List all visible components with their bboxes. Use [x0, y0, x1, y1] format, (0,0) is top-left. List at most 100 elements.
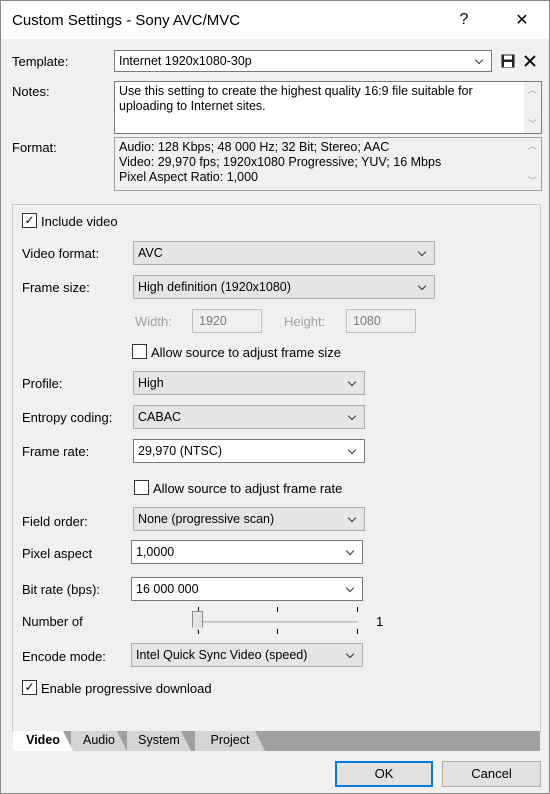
bit-rate-label: Bit rate (bps): [22, 582, 101, 597]
width-value: 1920 [199, 314, 227, 328]
cancel-button[interactable]: Cancel [442, 761, 541, 787]
tab-project[interactable]: Project [195, 731, 265, 751]
profile-label: Profile: [22, 376, 63, 391]
tab-strip: Video Audio System Project [13, 731, 540, 751]
encode-mode-dropdown[interactable]: Intel Quick Sync Video (speed) [131, 643, 363, 667]
include-video-label: Include video [41, 214, 118, 229]
pixel-aspect-value: 1,0000 [136, 545, 175, 559]
chevron-down-icon [342, 644, 358, 666]
field-order-dropdown[interactable]: None (progressive scan) [133, 507, 365, 531]
chevron-down-icon [471, 51, 487, 71]
delete-x-icon [524, 55, 536, 67]
video-format-label: Video format: [22, 246, 100, 261]
tab-system[interactable]: System [127, 731, 191, 751]
frame-size-label: Frame size: [22, 280, 90, 295]
height-input[interactable]: 1080 [346, 309, 416, 333]
title-bar: Custom Settings - Sony AVC/MVC ? ✕ [1, 1, 549, 39]
chevron-down-icon [342, 541, 358, 563]
scroll-down-icon[interactable]: ﹀ [524, 173, 541, 190]
tab-video[interactable]: Video [13, 731, 73, 751]
chevron-down-icon [344, 508, 360, 530]
slider-tick [277, 629, 278, 634]
chevron-down-icon [414, 242, 430, 264]
frame-size-dropdown[interactable]: High definition (1920x1080) [133, 275, 435, 299]
enable-progressive-download-checkbox[interactable]: ✓ [22, 680, 37, 695]
format-scrollbar[interactable]: ︿ ﹀ [524, 138, 541, 190]
format-line-2: Video: 29,970 fps; 1920x1080 Progressive… [119, 155, 442, 169]
tab-label: Audio [83, 733, 115, 747]
notes-textarea[interactable]: Use this setting to create the highest q… [114, 81, 542, 134]
tab-label: Project [210, 733, 250, 747]
height-label: Height: [284, 314, 326, 329]
scroll-up-icon[interactable]: ︿ [524, 82, 541, 99]
format-label: Format: [12, 140, 57, 155]
allow-frame-rate-label: Allow source to adjust frame rate [153, 481, 343, 496]
delete-template-button[interactable] [520, 51, 540, 71]
template-value: Internet 1920x1080-30p [119, 54, 252, 68]
width-label: Width: [135, 314, 172, 329]
ok-button-label: OK [374, 766, 394, 781]
chevron-down-icon [344, 440, 360, 462]
entropy-coding-dropdown[interactable]: CABAC [133, 405, 365, 429]
save-template-button[interactable] [498, 51, 518, 71]
enable-progressive-download-label: Enable progressive download [41, 681, 212, 696]
template-label: Template: [12, 54, 69, 69]
encode-mode-value: Intel Quick Sync Video (speed) [136, 648, 308, 662]
number-of-label: Number of [22, 614, 83, 629]
notes-line-2: uploading to Internet sites. [119, 99, 266, 113]
notes-scrollbar[interactable]: ︿ ﹀ [524, 82, 541, 133]
pixel-aspect-combobox[interactable]: 1,0000 [131, 540, 363, 564]
scroll-down-icon[interactable]: ﹀ [524, 116, 541, 133]
chevron-down-icon [342, 578, 358, 600]
template-dropdown[interactable]: Internet 1920x1080-30p [114, 50, 492, 72]
help-icon: ? [459, 11, 469, 28]
include-video-checkbox[interactable]: ✓ [22, 213, 37, 228]
allow-frame-rate-checkbox[interactable] [134, 480, 149, 495]
ok-button[interactable]: OK [335, 761, 433, 787]
encode-mode-label: Encode mode: [22, 649, 106, 664]
notes-label: Notes: [12, 84, 50, 99]
number-of-slider-track[interactable] [192, 621, 358, 623]
number-of-value: 1 [376, 614, 384, 629]
profile-dropdown[interactable]: High [133, 371, 365, 395]
tab-label: Video [26, 733, 60, 747]
dialog-window: Custom Settings - Sony AVC/MVC ? ✕ Templ… [0, 0, 550, 794]
help-button[interactable]: ? [441, 1, 487, 39]
scroll-up-icon[interactable]: ︿ [524, 138, 541, 155]
tab-label: System [138, 733, 180, 747]
chevron-down-icon [344, 406, 360, 428]
frame-rate-value: 29,970 (NTSC) [138, 444, 223, 458]
frame-rate-combobox[interactable]: 29,970 (NTSC) [133, 439, 365, 463]
cancel-button-label: Cancel [471, 766, 512, 781]
number-of-slider-thumb[interactable] [192, 611, 203, 631]
profile-value: High [138, 376, 164, 390]
height-value: 1080 [353, 314, 381, 328]
chevron-down-icon [414, 276, 430, 298]
entropy-coding-value: CABAC [138, 410, 182, 424]
field-order-value: None (progressive scan) [138, 512, 275, 526]
bit-rate-combobox[interactable]: 16 000 000 [131, 577, 363, 601]
window-title: Custom Settings - Sony AVC/MVC [12, 12, 241, 29]
width-input[interactable]: 1920 [192, 309, 262, 333]
slider-tick [357, 607, 358, 612]
tab-audio[interactable]: Audio [71, 731, 127, 751]
frame-rate-label: Frame rate: [22, 444, 90, 459]
notes-line-1: Use this setting to create the highest q… [119, 84, 473, 98]
field-order-label: Field order: [22, 514, 88, 529]
format-line-3: Pixel Aspect Ratio: 1,000 [119, 170, 258, 184]
format-summary: Audio: 128 Kbps; 48 000 Hz; 32 Bit; Ster… [114, 137, 542, 191]
save-icon [501, 54, 515, 68]
format-line-1: Audio: 128 Kbps; 48 000 Hz; 32 Bit; Ster… [119, 140, 390, 154]
allow-frame-size-label: Allow source to adjust frame size [151, 345, 342, 360]
checkmark-icon: ✓ [24, 213, 35, 227]
close-button[interactable]: ✕ [499, 1, 545, 39]
slider-tick [277, 607, 278, 612]
pixel-aspect-label: Pixel aspect [22, 546, 93, 561]
frame-size-value: High definition (1920x1080) [138, 280, 291, 294]
checkmark-icon: ✓ [24, 680, 35, 694]
video-format-dropdown[interactable]: AVC [133, 241, 435, 265]
close-icon: ✕ [515, 12, 529, 29]
allow-frame-size-checkbox[interactable] [132, 344, 147, 359]
chevron-down-icon [344, 372, 360, 394]
bit-rate-value: 16 000 000 [136, 582, 199, 596]
